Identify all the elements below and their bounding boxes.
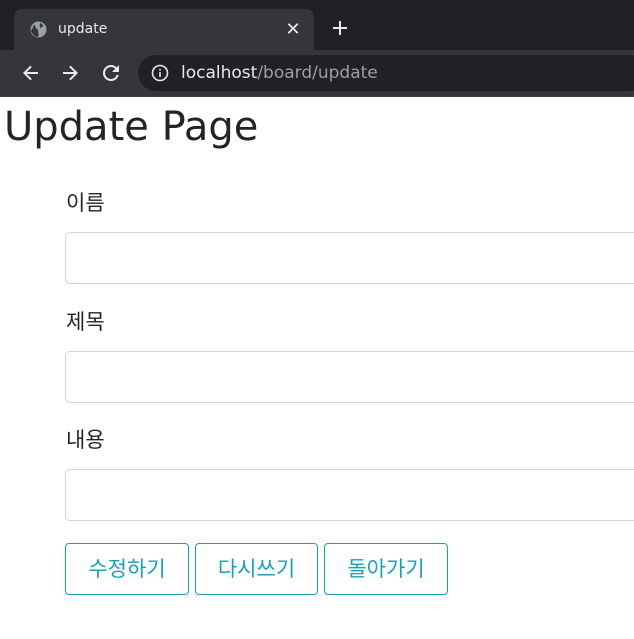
info-icon[interactable] (151, 64, 169, 82)
name-field[interactable] (65, 232, 634, 284)
address-bar[interactable]: localhost/board/update (138, 55, 634, 91)
content-field[interactable] (65, 469, 634, 521)
title-field[interactable] (65, 351, 634, 403)
url-text: localhost/board/update (181, 63, 378, 83)
reset-button[interactable]: 다시쓰기 (195, 543, 318, 595)
tab-update[interactable]: update ✕ (14, 9, 314, 50)
reload-icon[interactable] (99, 61, 123, 85)
submit-button[interactable]: 수정하기 (65, 543, 189, 595)
page-content: Update Page 이름 제목 내용 수정하기 다시쓰기 돌아가기 (0, 97, 634, 639)
back-arrow-icon[interactable] (19, 61, 43, 85)
browser-window: update ✕ localhost/board/update Update P… (0, 0, 634, 639)
back-button[interactable]: 돌아가기 (324, 543, 448, 595)
tab-strip: update ✕ (0, 0, 634, 50)
close-icon[interactable]: ✕ (282, 19, 304, 41)
plus-icon[interactable] (326, 14, 354, 42)
name-label: 이름 (66, 191, 105, 215)
url-path: /board/update (257, 63, 378, 83)
content-label: 내용 (66, 428, 105, 452)
browser-toolbar: localhost/board/update (0, 50, 634, 96)
forward-arrow-icon[interactable] (58, 61, 82, 85)
title-label: 제목 (66, 310, 105, 334)
url-host: localhost (181, 63, 258, 83)
tab-title: update (58, 21, 108, 37)
globe-icon (30, 21, 47, 38)
page-title: Update Page (4, 104, 259, 150)
